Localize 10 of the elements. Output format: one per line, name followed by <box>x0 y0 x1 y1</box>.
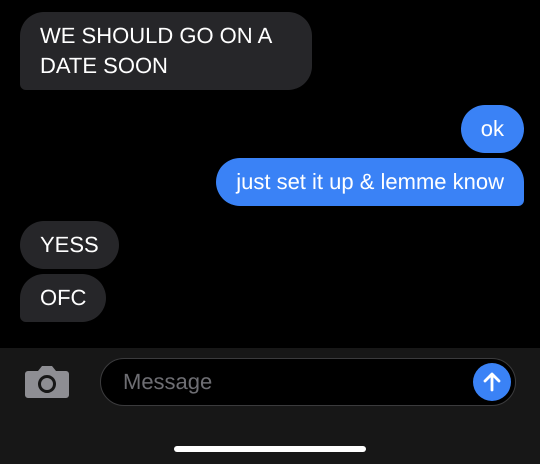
arrow-up-icon <box>481 371 503 393</box>
message-field[interactable]: Message <box>100 358 516 406</box>
message-bubble: YESS <box>20 221 119 269</box>
message-bubble: just set it up & lemme know <box>216 158 524 206</box>
message-bubble: ok <box>460 105 524 153</box>
message-input[interactable]: Message <box>121 368 473 396</box>
message-bubble: WE SHOULD GO ON A DATE SOON <box>20 12 312 90</box>
message-bubble: OFC <box>20 274 106 322</box>
send-button[interactable] <box>473 363 511 401</box>
camera-icon[interactable] <box>24 365 70 399</box>
